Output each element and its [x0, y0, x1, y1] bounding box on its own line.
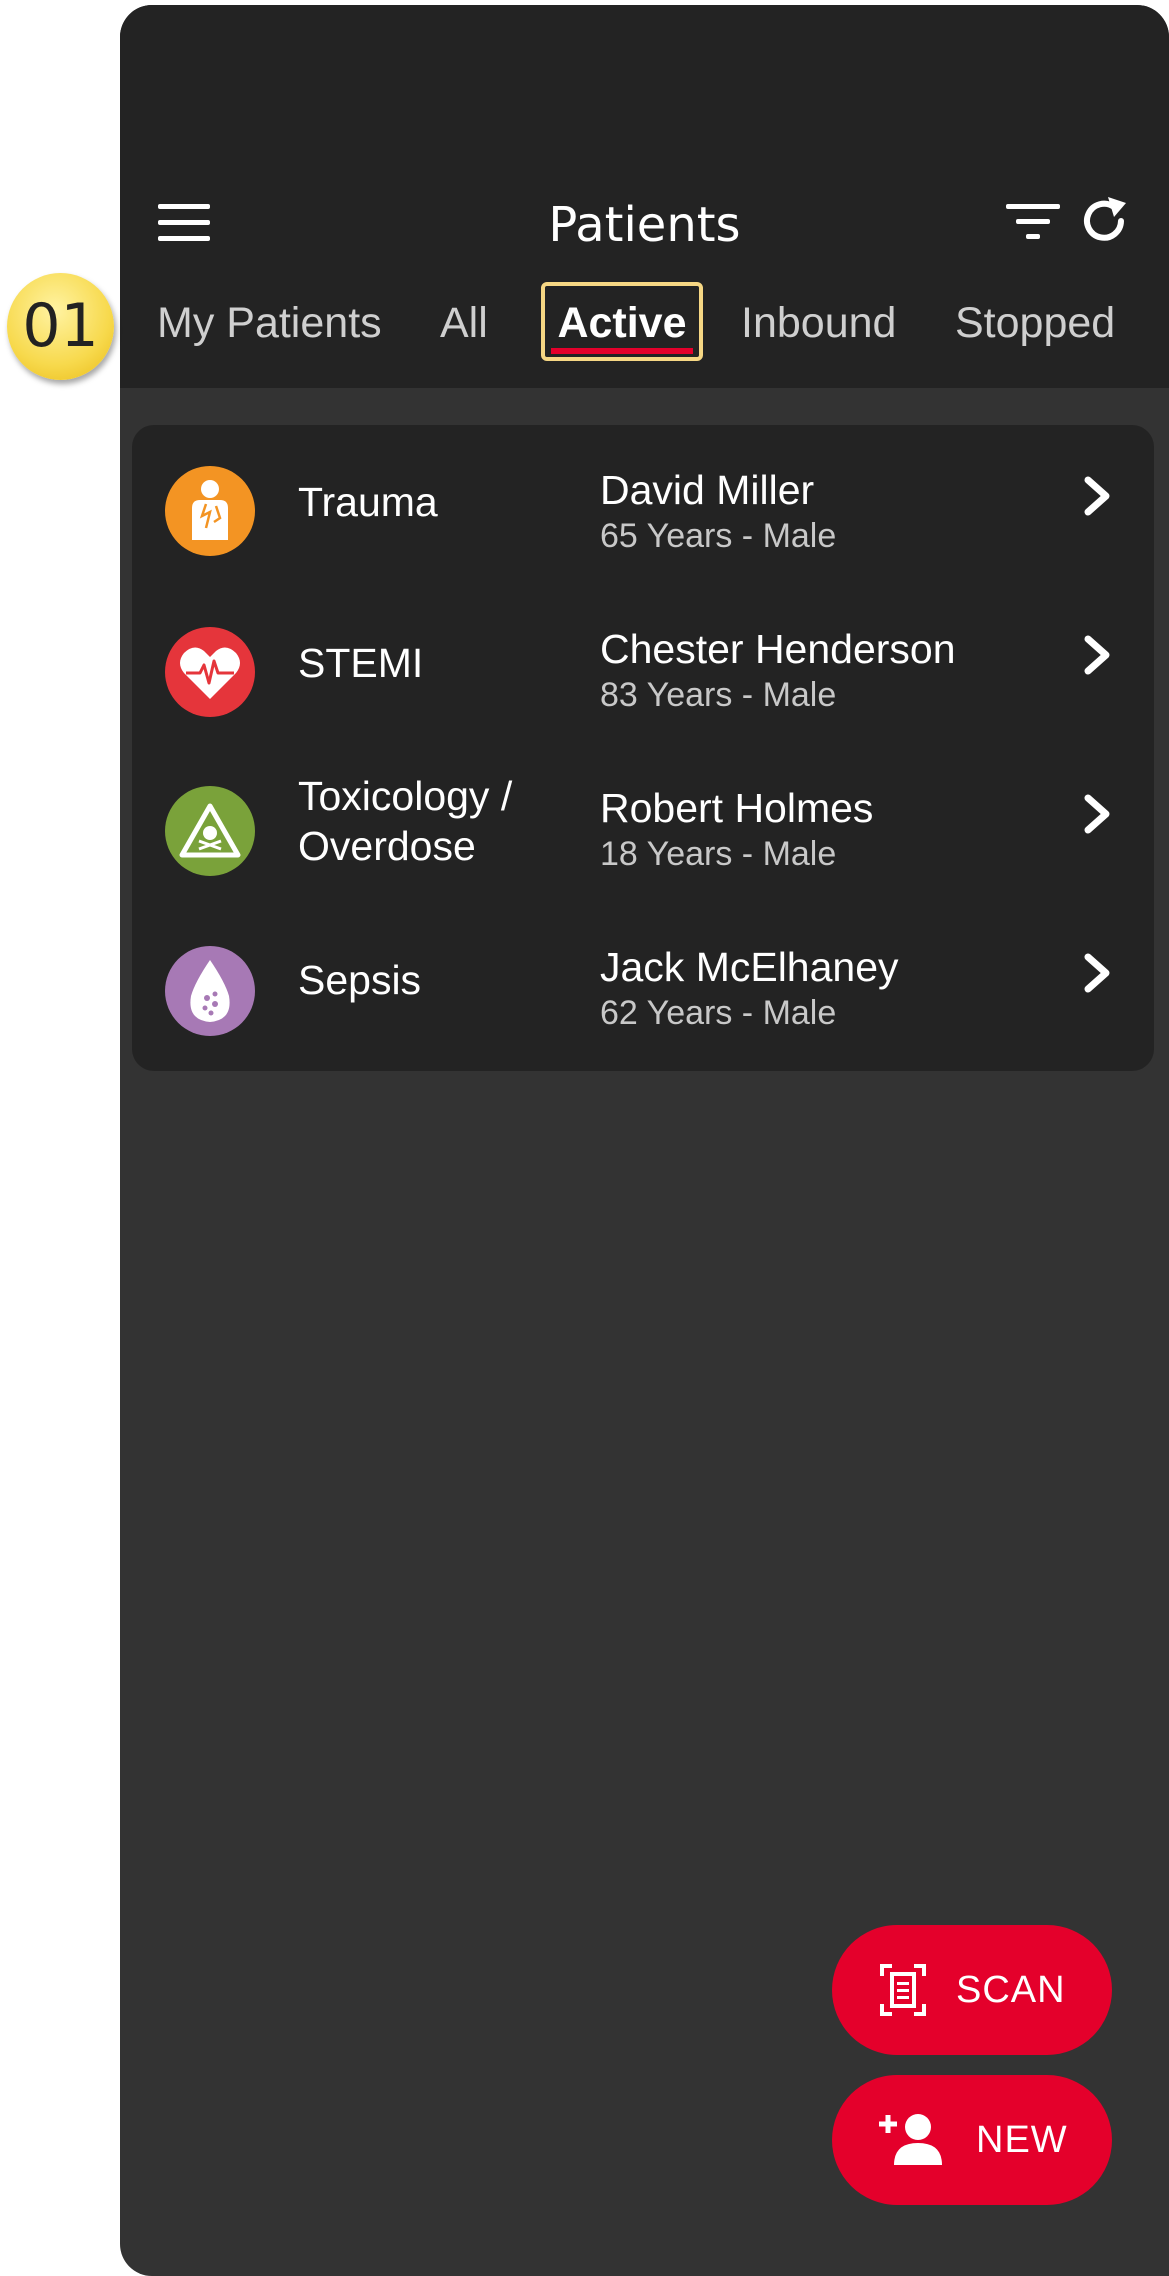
step-callout-badge: 01	[7, 273, 114, 380]
tab-my-patients[interactable]: My Patients	[157, 299, 382, 348]
add-user-icon	[879, 2114, 942, 2165]
category-label: Trauma	[298, 479, 438, 525]
patient-row[interactable]: Toxicology / Overdose Robert Holmes 18 Y…	[132, 743, 1154, 902]
tab-all[interactable]: All	[440, 299, 488, 348]
patient-age-sex: 62 Years - Male	[600, 994, 837, 1032]
category-label: Sepsis	[298, 957, 422, 1003]
patient-list: Trauma David Miller 65 Years - Male STEM…	[132, 425, 1154, 1071]
scan-icon	[880, 1964, 926, 2016]
new-button-label: NEW	[976, 2119, 1068, 2161]
chevron-right-icon	[1084, 953, 1110, 993]
app-header: Patients My Patients All Active Inbound …	[120, 5, 1169, 388]
blood-drop-icon	[165, 946, 255, 1036]
patient-name: Robert Holmes	[600, 785, 874, 831]
patient-name: Jack McElhaney	[600, 944, 899, 990]
chevron-right-icon	[1084, 794, 1110, 834]
patient-row[interactable]: STEMI Chester Henderson 83 Years - Male	[132, 584, 1154, 743]
chevron-right-icon	[1084, 476, 1110, 516]
patient-name: David Miller	[600, 467, 815, 513]
tab-inbound[interactable]: Inbound	[741, 299, 896, 348]
patient-row[interactable]: Trauma David Miller 65 Years - Male	[132, 425, 1154, 584]
heart-ecg-icon	[165, 627, 255, 717]
tab-stopped[interactable]: Stopped	[955, 299, 1115, 348]
patient-row[interactable]: Sepsis Jack McElhaney 62 Years - Male	[132, 902, 1154, 1061]
patient-age-sex: 65 Years - Male	[600, 517, 837, 555]
trauma-icon	[165, 466, 255, 556]
patient-name: Chester Henderson	[600, 626, 956, 672]
patient-filter-tabs: My Patients All Active Inbound Stopped	[120, 277, 1169, 377]
patient-age-sex: 83 Years - Male	[600, 676, 837, 714]
scan-button-label: SCAN	[956, 1969, 1066, 2011]
new-patient-button[interactable]: NEW	[832, 2075, 1112, 2205]
category-label: Toxicology / Overdose	[298, 773, 513, 869]
refresh-icon[interactable]	[1078, 195, 1130, 247]
scan-button[interactable]: SCAN	[832, 1925, 1112, 2055]
tab-active[interactable]: Active	[541, 282, 703, 361]
chevron-right-icon	[1084, 635, 1110, 675]
filter-icon[interactable]	[1006, 202, 1060, 244]
active-tab-indicator	[551, 348, 693, 354]
category-label: STEMI	[298, 640, 424, 686]
patient-age-sex: 18 Years - Male	[600, 835, 837, 873]
tab-active-label: Active	[557, 299, 687, 347]
skull-warning-icon	[165, 786, 255, 876]
